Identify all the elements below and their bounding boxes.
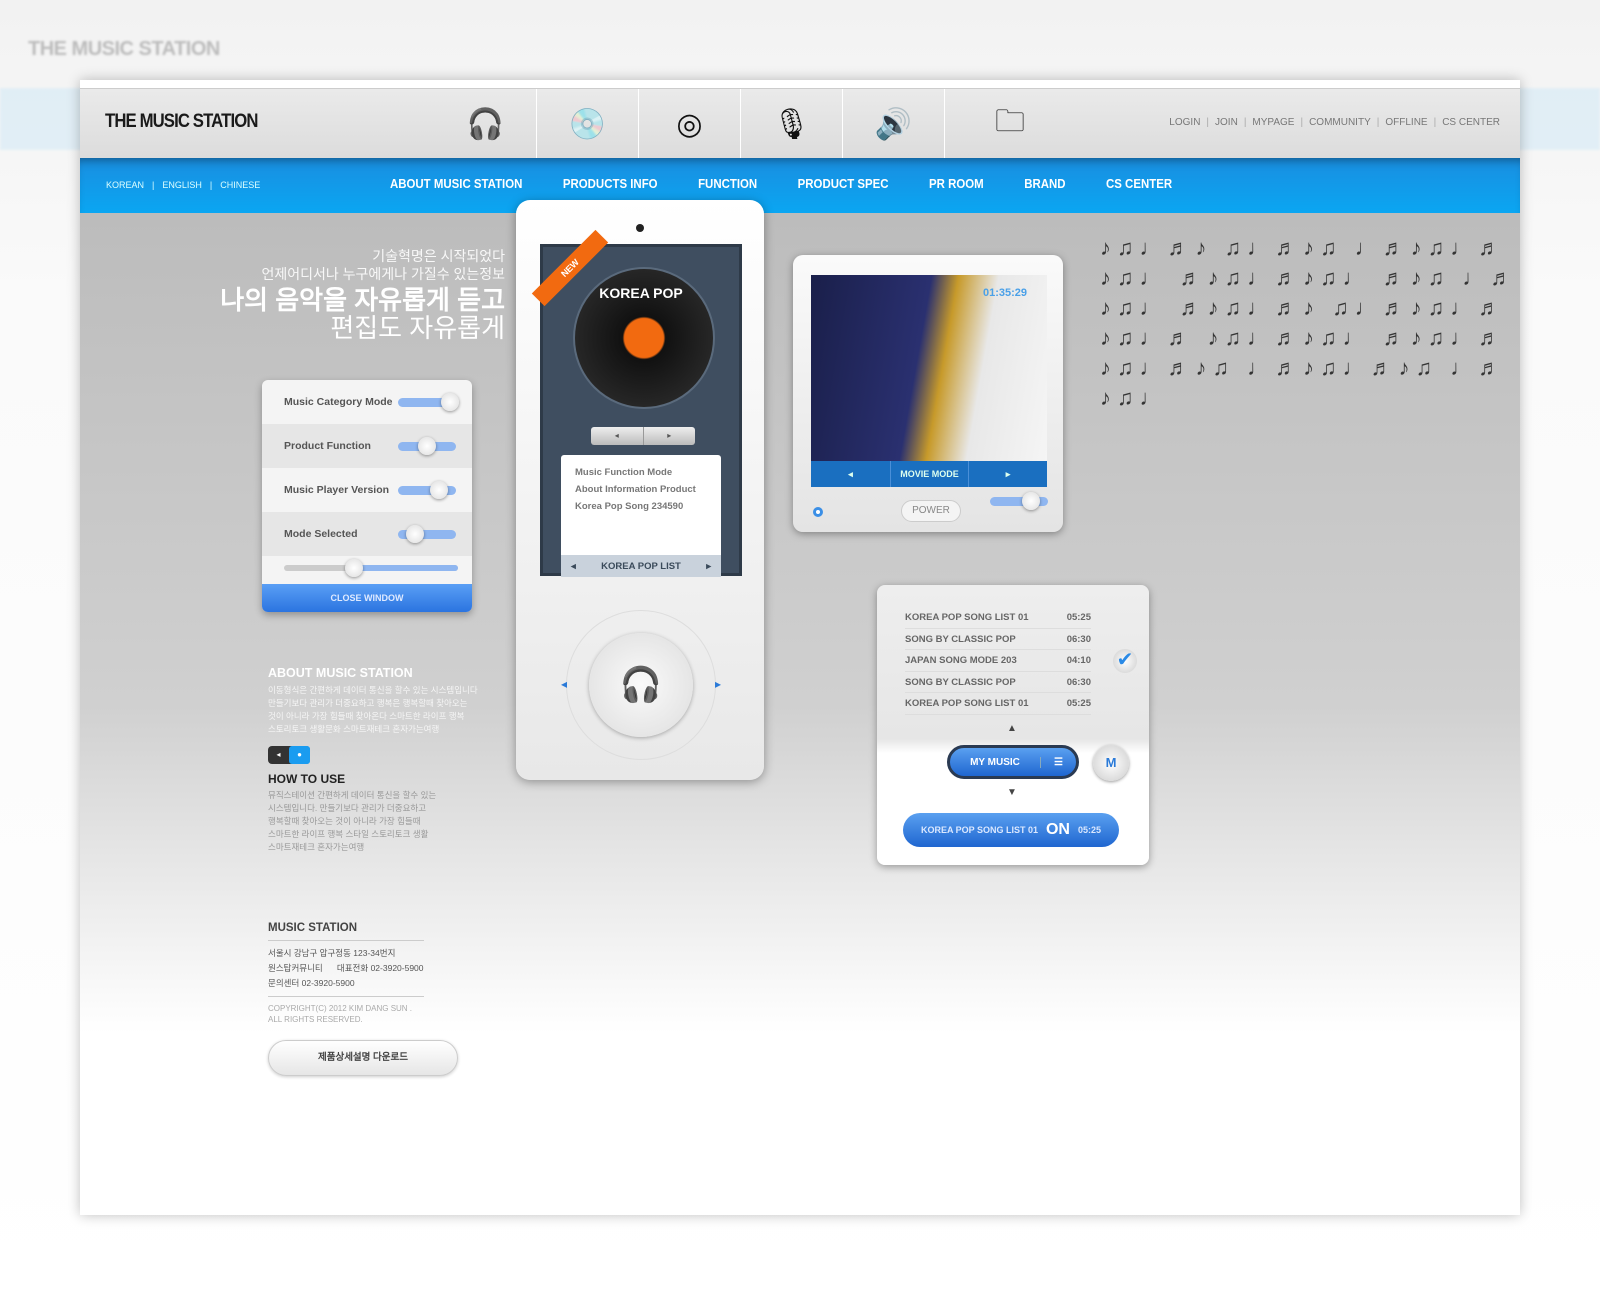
lang-english[interactable]: ENGLISH: [162, 180, 202, 190]
nav-products-info[interactable]: PRODUCTS INFO: [563, 176, 658, 191]
next-button[interactable]: ▸: [644, 427, 696, 445]
wheel-left-icon[interactable]: ◂: [561, 677, 567, 691]
setting-row: Music Player Version: [262, 468, 472, 512]
link-join[interactable]: JOIN: [1215, 117, 1238, 128]
lang-korean[interactable]: KOREAN: [106, 180, 144, 190]
wheel-right-icon[interactable]: ▸: [715, 677, 721, 691]
language-switch: KOREAN | ENGLISH | CHINESE: [106, 180, 261, 190]
volume-icon[interactable]: 🔊: [843, 89, 945, 159]
music-player-device: NEW KOREA POP ◂ ▸ Music Function Mode Abo…: [516, 200, 764, 780]
setting-row: Mode Selected: [262, 512, 472, 556]
prev-next-control: ◂ ▸: [591, 427, 695, 445]
movie-prev-button[interactable]: ◂: [811, 461, 891, 487]
menu-item[interactable]: Music Function Mode: [575, 467, 707, 478]
album-title: KOREA POP: [599, 285, 683, 301]
song-row[interactable]: SONG BY CLASSIC POP 06:30: [905, 672, 1091, 693]
setting-slider[interactable]: [398, 524, 456, 543]
nav-function[interactable]: FUNCTION: [698, 176, 757, 191]
headphones-icon[interactable]: 🎧: [435, 89, 537, 159]
main-nav: KOREAN | ENGLISH | CHINESE ABOUT MUSIC STA…: [80, 158, 1520, 213]
setting-row: Product Function: [262, 424, 472, 468]
link-community[interactable]: COMMUNITY: [1309, 117, 1371, 128]
link-cs-center[interactable]: CS CENTER: [1442, 117, 1500, 128]
settings-panel: Music Category Mode Product Function Music…: [262, 380, 472, 612]
power-button[interactable]: POWER: [901, 500, 961, 522]
prev-button[interactable]: ◂: [591, 427, 644, 445]
my-music-button[interactable]: MY MUSIC ☰: [947, 745, 1079, 779]
speaker-disc-icon[interactable]: ◎: [639, 89, 741, 159]
hero-line-1: 기술혁명은 시작되었다: [372, 248, 505, 264]
camera-dot: [636, 224, 644, 232]
click-wheel[interactable]: 🎧 ◂ ▸: [561, 610, 721, 760]
setting-label: Music Category Mode: [284, 396, 393, 408]
nav-pr-room[interactable]: PR ROOM: [929, 176, 984, 191]
footer-info: MUSIC STATION 서울시 강남구 압구정동 123-34번지 원스탑커…: [268, 922, 424, 1024]
setting-label: Music Player Version: [284, 484, 390, 496]
setting-slider[interactable]: [398, 480, 456, 499]
song-row[interactable]: JAPAN SONG MODE 203 04:10: [905, 650, 1091, 672]
now-playing-bar[interactable]: KOREA POP SONG LIST 01 ON 05:25: [903, 813, 1119, 847]
setting-row: Music Category Mode: [262, 380, 472, 424]
audio-toggle[interactable]: ◂ ●: [268, 746, 310, 764]
dot-icon: ●: [289, 746, 310, 764]
setting-label: Product Function: [284, 440, 371, 452]
link-mypage[interactable]: MYPAGE: [1252, 117, 1294, 128]
download-manual-button[interactable]: 제품상세설명 다운로드: [268, 1040, 458, 1076]
song-row[interactable]: SONG BY CLASSIC POP 06:30: [905, 629, 1091, 650]
header-icons: 🎧 💿 ◎ 🎙 🔊 🗀: [435, 89, 1075, 159]
song-row[interactable]: KOREA POP SONG LIST 01 05:25: [905, 693, 1091, 715]
indicator-dot: [813, 507, 823, 517]
speaker-icon: ◂: [276, 750, 281, 759]
setting-slider[interactable]: [398, 436, 456, 455]
scroll-down-icon[interactable]: ▼: [1007, 787, 1017, 798]
nav-cs-center[interactable]: CS CENTER: [1106, 176, 1172, 191]
movie-volume-slider[interactable]: [990, 492, 1048, 510]
player-screen: NEW KOREA POP ◂ ▸ Music Function Mode Abo…: [531, 229, 742, 577]
menu: ABOUT MUSIC STATION PRODUCTS INFO FUNCTI…: [390, 176, 1172, 191]
song-row[interactable]: KOREA POP SONG LIST 01 05:25: [905, 607, 1091, 629]
nav-about[interactable]: ABOUT MUSIC STATION: [390, 176, 522, 191]
nav-brand[interactable]: BRAND: [1024, 176, 1065, 191]
nav-product-spec[interactable]: PRODUCT SPEC: [798, 176, 889, 191]
music-notes-decoration: ♪♫♩♬♪ ♫♩♬♪♫ ♩♬♪♫♩♬ ♪♫♩ ♬♪♫♩♬♪♫♩ ♬♪♫ ♩♬♪♫…: [1100, 235, 1519, 410]
list-icon: ☰: [1040, 756, 1076, 768]
movie-time: 01:35:29: [983, 287, 1028, 299]
top-links: LOGIN | JOIN | MYPAGE | COMMUNITY | OFFLINE |…: [1169, 117, 1500, 128]
m-button[interactable]: M: [1093, 745, 1129, 781]
lang-chinese[interactable]: CHINESE: [220, 180, 260, 190]
about-section: ABOUT MUSIC STATION 이동형식은 간편하게 데이터 통신을 할…: [268, 666, 488, 854]
movie-player: 01:35:29 ◂ MOVIE MODE ▸ POWER: [793, 255, 1063, 532]
player-menu-list: Music Function Mode About Information Pr…: [561, 455, 721, 577]
headphones-icon[interactable]: 🎧: [589, 633, 693, 737]
how-to-title: HOW TO USE: [268, 772, 346, 786]
movie-mode-bar: ◂ MOVIE MODE ▸: [811, 461, 1047, 487]
saxophone-photo: [811, 275, 1047, 461]
korea-pop-list-bar[interactable]: ◂ KOREA POP LIST ▸: [561, 555, 721, 577]
movie-mode-button[interactable]: MOVIE MODE: [891, 461, 969, 487]
scroll-up-icon[interactable]: ▲: [1007, 723, 1017, 734]
header: THE MUSIC STATION 🎧 💿 ◎ 🎙 🔊 🗀 LOGIN | JOI…: [80, 88, 1520, 159]
link-login[interactable]: LOGIN: [1169, 117, 1200, 128]
close-window-button[interactable]: CLOSE WINDOW: [262, 584, 472, 612]
footer-title: MUSIC STATION: [268, 922, 424, 941]
setting-label: Mode Selected: [284, 528, 358, 540]
hero-line-4: 편집도 자유롭게: [330, 313, 505, 343]
menu-item[interactable]: Korea Pop Song 234590: [575, 501, 707, 512]
setting-slider[interactable]: [398, 392, 460, 411]
link-offline[interactable]: OFFLINE: [1385, 117, 1427, 128]
disc-note-icon[interactable]: 💿: [537, 89, 639, 159]
menu-item[interactable]: About Information Product: [575, 484, 707, 495]
movie-next-button[interactable]: ▸: [969, 461, 1047, 487]
about-title: ABOUT MUSIC STATION: [268, 666, 413, 680]
microphone-icon[interactable]: 🎙: [741, 89, 843, 159]
music-folder-icon[interactable]: 🗀: [945, 89, 1075, 159]
logo[interactable]: THE MUSIC STATION: [105, 111, 258, 133]
ghost-logo: THE MUSIC STATION: [28, 38, 220, 60]
range-slider[interactable]: [284, 559, 458, 577]
site-frame: THE MUSIC STATION 🎧 💿 ◎ 🎙 🔊 🗀 LOGIN | JOI…: [80, 80, 1520, 1215]
check-icon[interactable]: ✔: [1113, 649, 1137, 673]
song-list-panel: KOREA POP SONG LIST 01 05:25 SONG BY CLASS…: [877, 585, 1149, 865]
